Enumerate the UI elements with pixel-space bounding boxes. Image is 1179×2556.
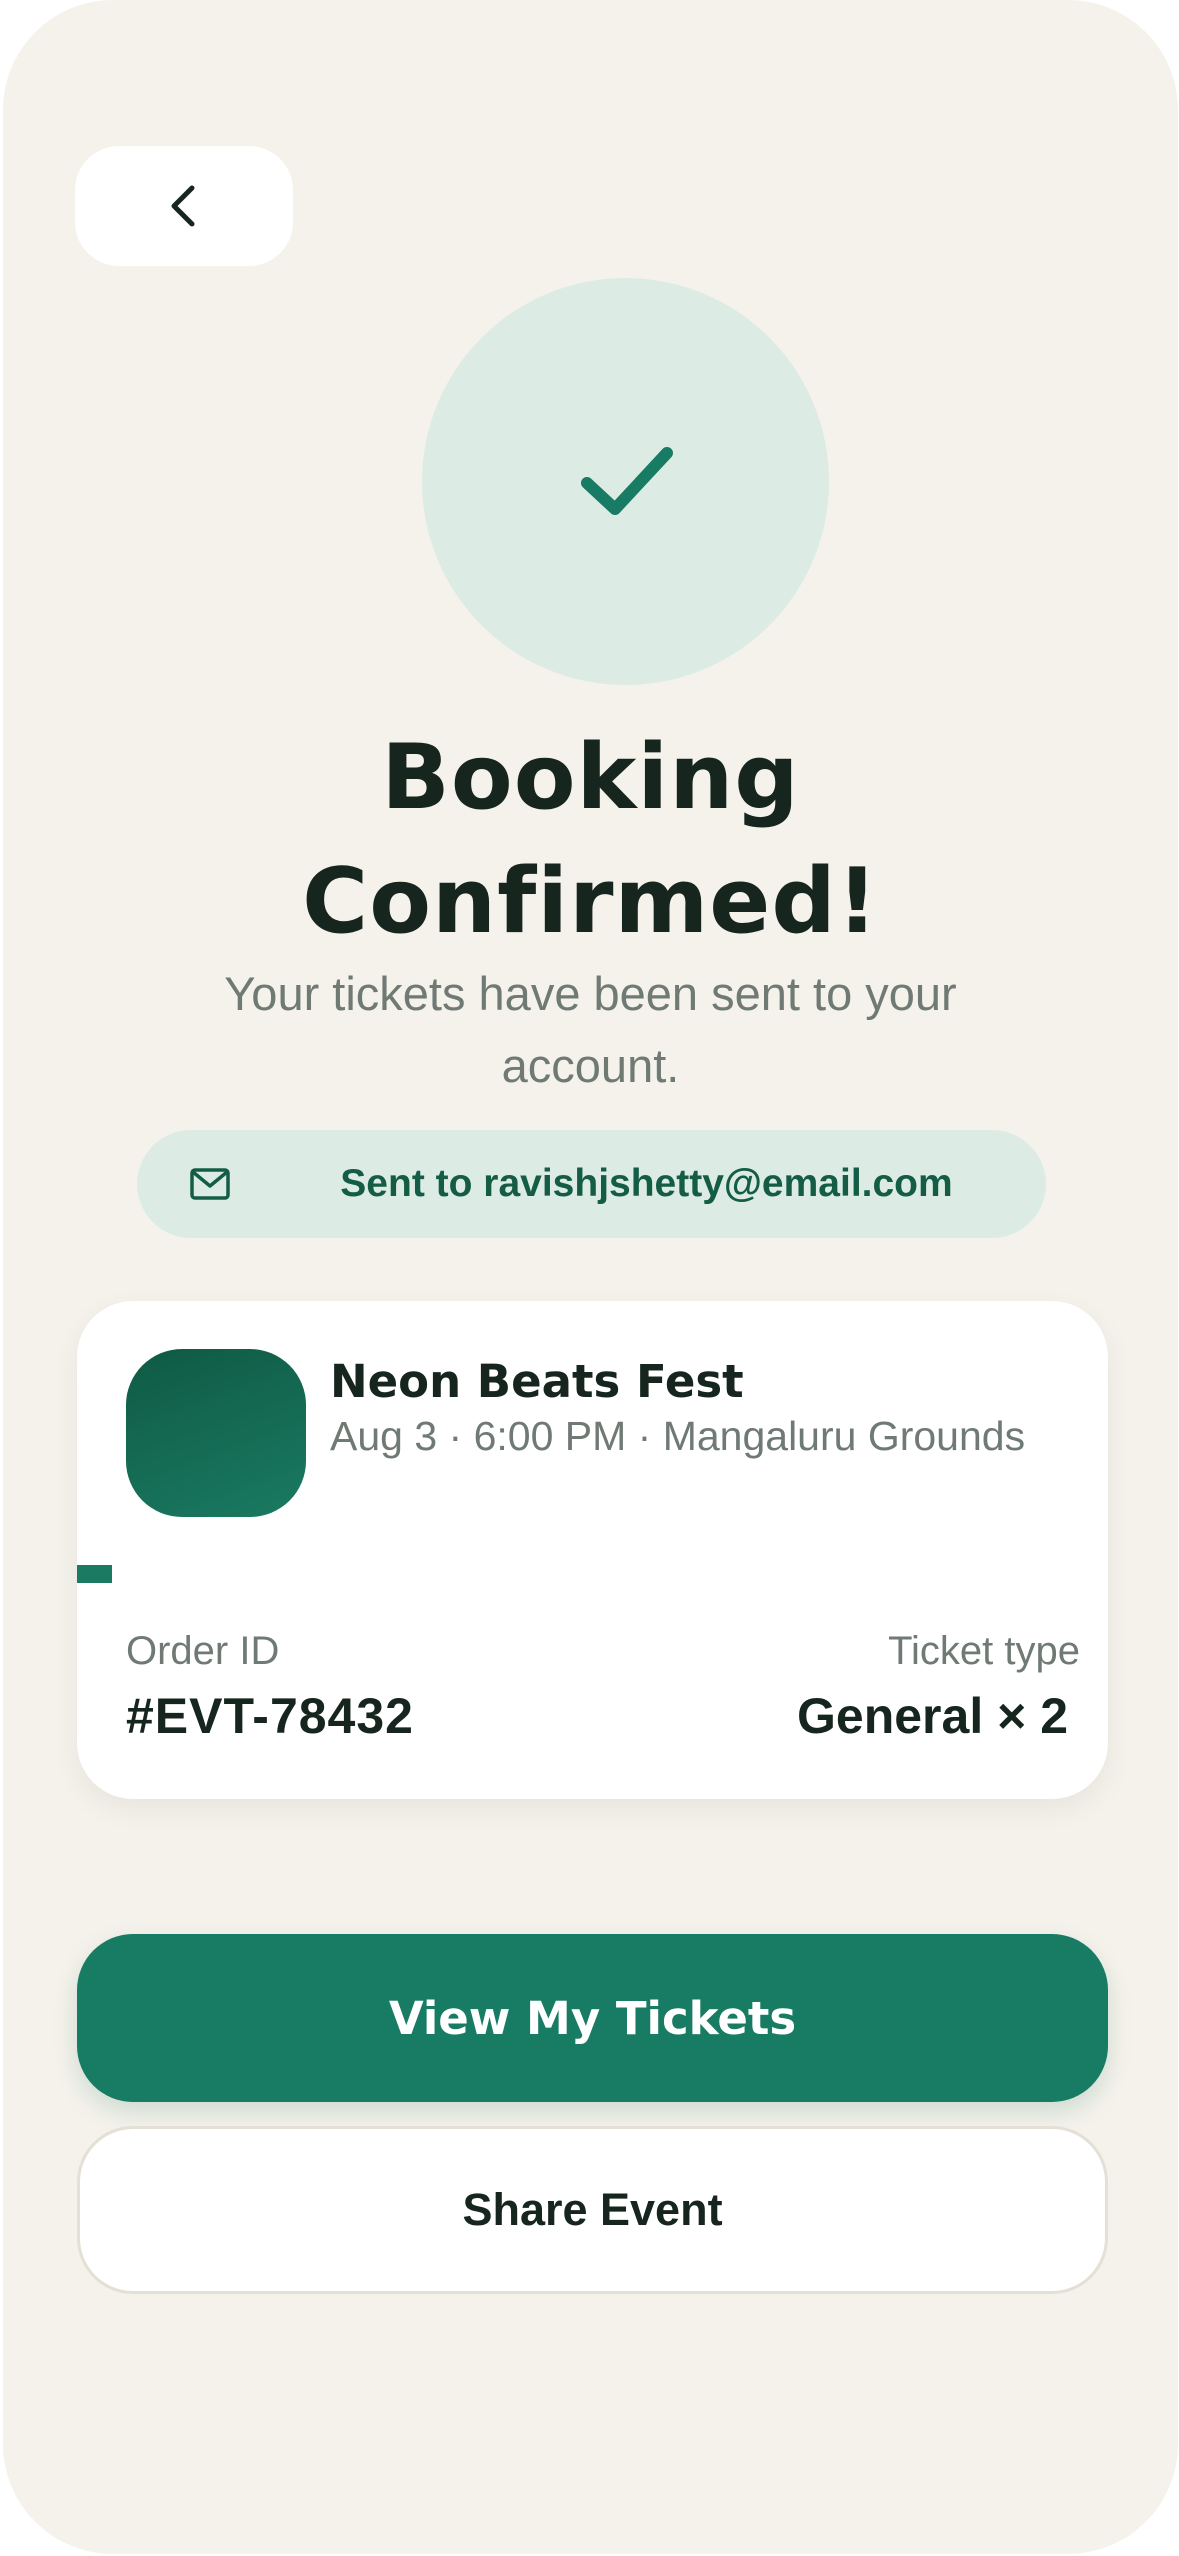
card-divider-accent: [77, 1565, 112, 1583]
confirmation-subtitle: Your tickets have been sent to your acco…: [224, 967, 957, 1092]
title-line-1: Booking: [381, 725, 800, 830]
success-badge: [422, 278, 829, 685]
event-name: Neon Beats Fest: [330, 1355, 744, 1408]
event-meta: Aug 3 · 6:00 PM · Mangaluru Grounds: [330, 1413, 1026, 1459]
share-event-button[interactable]: Share Event: [77, 2126, 1108, 2294]
view-my-tickets-button[interactable]: View My Tickets: [77, 1934, 1108, 2102]
email-notice: Sent to ravishjshetty@email.com: [137, 1130, 1046, 1238]
mail-icon: [190, 1168, 230, 1200]
event-summary-card: Neon Beats Fest Aug 3 · 6:00 PM · Mangal…: [77, 1301, 1108, 1799]
order-id-label: Order ID: [126, 1629, 280, 1673]
ticket-type-value: General × 2: [797, 1688, 1068, 1744]
title-line-2: Confirmed!: [302, 849, 879, 954]
event-thumbnail: [126, 1349, 306, 1517]
back-button[interactable]: [75, 146, 293, 266]
screen: Booking Confirmed! Your tickets have bee…: [3, 0, 1178, 2554]
check-icon: [580, 446, 673, 515]
page-title: Booking Confirmed!: [3, 716, 1178, 964]
ticket-type-label: Ticket type: [888, 1629, 1080, 1673]
order-id-value: #EVT-78432: [126, 1688, 414, 1744]
email-notice-text: Sent to ravishjshetty@email.com: [340, 1162, 953, 1205]
chevron-left-icon: [171, 185, 195, 227]
